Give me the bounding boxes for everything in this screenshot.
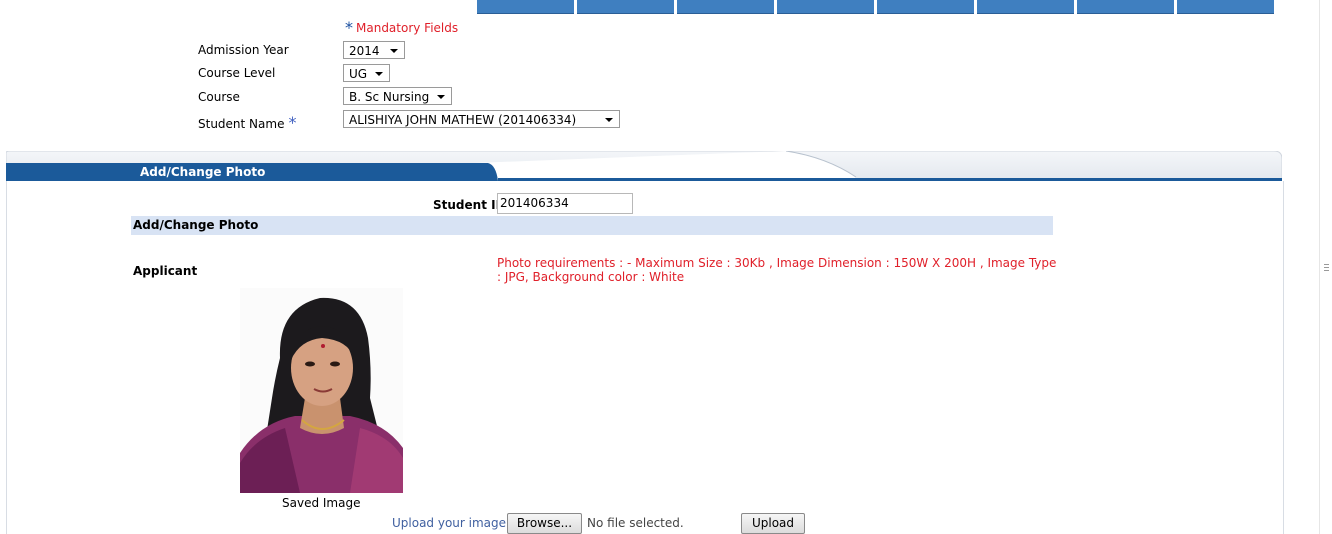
course-level-value: UG: [349, 67, 368, 81]
student-name-label-wrap: Student Name *: [198, 113, 296, 132]
section-heading: Add/Change Photo: [131, 216, 1053, 235]
no-file-text: No file selected.: [587, 516, 684, 530]
menu-tab[interactable]: [977, 0, 1074, 14]
chevron-down-icon: [437, 95, 445, 99]
course-label: Course: [198, 90, 240, 104]
saved-image-caption: Saved Image: [282, 496, 361, 510]
photo-requirements: Photo requirements : - Maximum Size : 30…: [497, 256, 1057, 284]
course-select[interactable]: B. Sc Nursing: [343, 87, 452, 105]
menu-tab[interactable]: [877, 0, 974, 14]
student-id-field[interactable]: 201406334: [497, 193, 633, 214]
mandatory-note-text: Mandatory Fields: [356, 21, 459, 35]
panel-title: Add/Change Photo: [140, 165, 266, 179]
student-name-select[interactable]: ALISHIYA JOHN MATHEW (201406334): [343, 110, 620, 128]
admission-year-value: 2014: [349, 44, 380, 58]
menu-tab[interactable]: [1177, 0, 1274, 14]
menu-tab[interactable]: [777, 0, 874, 14]
chevron-down-icon: [390, 49, 398, 53]
course-value: B. Sc Nursing: [349, 90, 430, 104]
required-star-icon: *: [345, 18, 353, 37]
scrollbar-grip-icon: [1324, 270, 1329, 271]
student-photo: [240, 288, 403, 493]
scrollbar-grip-icon: [1324, 267, 1329, 268]
mandatory-note: * Mandatory Fields: [345, 17, 459, 37]
scrollbar-grip-icon: [1324, 264, 1329, 265]
course-level-select[interactable]: UG: [343, 64, 390, 82]
applicant-label: Applicant: [133, 264, 198, 278]
browse-button[interactable]: Browse...: [507, 513, 582, 534]
admission-year-label: Admission Year: [198, 43, 289, 57]
course-level-label: Course Level: [198, 66, 276, 80]
menu-tab[interactable]: [1077, 0, 1174, 14]
menu-tab[interactable]: [477, 0, 574, 14]
chevron-down-icon: [605, 118, 613, 122]
menu-tab[interactable]: [577, 0, 674, 14]
chevron-down-icon: [375, 72, 383, 76]
menu-tab[interactable]: [677, 0, 774, 14]
upload-label: Upload your image: [392, 516, 507, 530]
required-star-icon: *: [288, 113, 297, 132]
student-name-value: ALISHIYA JOHN MATHEW (201406334): [349, 113, 577, 127]
top-menu-bar: [477, 0, 1277, 14]
admission-year-select[interactable]: 2014: [343, 41, 405, 59]
upload-button[interactable]: Upload: [741, 513, 805, 534]
student-id-label: Student ID: [433, 198, 506, 212]
student-name-label: Student Name: [198, 117, 285, 131]
